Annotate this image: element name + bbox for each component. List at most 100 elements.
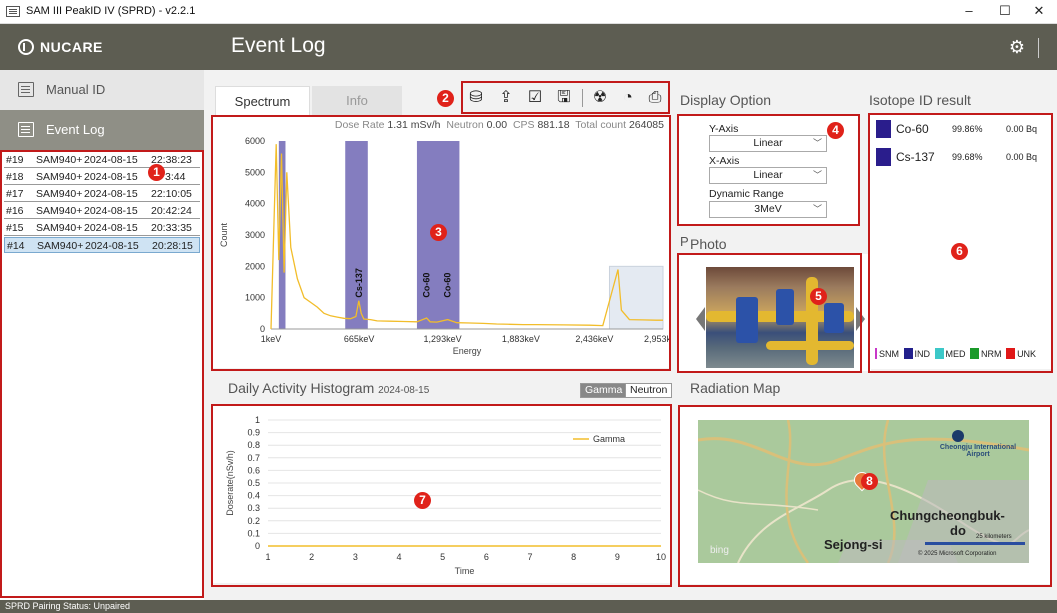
main-content: Spectrum Info ⛁ ⇪ ☑ 🖫 ☢ ◔ ⎙ Dose Rate 1.… (204, 70, 1057, 600)
tab-info[interactable]: Info (312, 86, 402, 115)
y-tick-label: 6000 (245, 136, 265, 146)
y-tick-label: 5000 (245, 167, 265, 177)
y-tick-label: 0.7 (247, 453, 260, 463)
page-header: Event Log ⚙ (204, 24, 1057, 70)
tab-spectrum[interactable]: Spectrum (215, 86, 310, 115)
edit-check-icon[interactable]: ☑ (525, 88, 545, 108)
event-id: #17 (6, 188, 24, 200)
event-photo[interactable] (706, 267, 854, 368)
y-axis-label: Y-Axis (709, 123, 739, 135)
event-id: #18 (6, 171, 24, 183)
callout-2: 2 (437, 90, 454, 107)
next-photo-icon[interactable] (856, 307, 865, 331)
legend-label: SNM (879, 349, 899, 359)
list-item[interactable]: #18 SAM940+ 2024-08-15 3:44 (4, 169, 200, 185)
photo-valve (736, 297, 758, 343)
histogram-date: 2024-08-15 (378, 385, 430, 396)
event-device: SAM940+ (36, 188, 83, 200)
event-time: 3:44 (165, 171, 186, 183)
history-icon[interactable]: ◔ (618, 88, 638, 108)
dynamic-range-value: 3MeV (754, 203, 782, 215)
window-titlebar: SAM III PeakID IV (SPRD) - v2.2.1 – ☐ ✕ (0, 0, 1057, 24)
photo-title-fragment: P (680, 234, 689, 249)
event-date: 2024-08-15 (84, 154, 138, 166)
list-item-selected[interactable]: #14 SAM940+ 2024-08-15 20:28:15 (4, 237, 200, 253)
upload-icon[interactable]: ⇪ (496, 88, 516, 108)
histogram-chart-panel: 0 0.1 0.2 0.3 0.4 0.5 0.6 0.7 0.8 0.9 1 1 2 3 4 5 6 7 8 9 10… (213, 406, 670, 583)
event-device: SAM940+ (36, 154, 83, 166)
peak-label: Cs-137 (354, 268, 364, 298)
calendar-icon (18, 122, 34, 137)
list-item[interactable]: #17 SAM940+ 2024-08-15 22:10:05 (4, 186, 200, 202)
histogram-title: Daily Activity Histogram (228, 380, 375, 396)
list-item[interactable]: #16 SAM940+ 2024-08-15 20:42:24 (4, 203, 200, 219)
event-device: SAM940+ (37, 240, 84, 252)
sidebar-item-event-log[interactable]: Event Log (0, 110, 204, 150)
y-axis-select[interactable]: Linear ﹀ (709, 135, 827, 152)
save-icon[interactable]: 🖫 (554, 88, 574, 108)
page-title: Event Log (231, 34, 326, 57)
neutron-toggle[interactable]: Neutron (625, 383, 673, 398)
close-button[interactable]: ✕ (1018, 0, 1057, 24)
database-icon[interactable]: ⛁ (466, 88, 486, 108)
x-tick-label: 5 (440, 552, 445, 562)
histogram-title-row: Daily Activity Histogram 2024-08-15 (228, 380, 429, 396)
y-axis-label: Doserate(nSv/h) (225, 450, 235, 516)
y-axis-value: Linear (753, 137, 783, 149)
spectrum-chart[interactable]: 0 1000 2000 3000 4000 5000 6000 1keV 665keV 1,293… (213, 115, 670, 368)
x-tick-label: 10 (656, 552, 666, 562)
list-item[interactable]: #19 SAM940+ 2024-08-15 22:38:23 (4, 152, 200, 168)
spectrum-toolbar: ⛁ ⇪ ☑ 🖫 ☢ ◔ ⎙ (462, 83, 669, 114)
y-tick-label: 2000 (245, 261, 265, 271)
x-tick-label: 8 (571, 552, 576, 562)
sidebar-item-label: Event Log (46, 122, 105, 137)
previous-photo-icon[interactable] (696, 307, 705, 331)
radiation-map[interactable]: Cheongju International Airport Chungcheo… (698, 420, 1029, 563)
x-tick-label: 1 (265, 552, 270, 562)
isotope-activity: 0.00 Bq (1006, 124, 1038, 134)
photo-valve (824, 303, 844, 333)
peak-band (345, 141, 368, 329)
photo-title: Photo (690, 236, 727, 252)
event-list[interactable]: #19 SAM940+ 2024-08-15 22:38:23 #18 SAM9… (0, 150, 204, 600)
isotope-row[interactable]: Cs-137 99.68% 0.00 Bq (876, 146, 1046, 168)
y-tick-label: 0.5 (247, 478, 260, 488)
nucare-logo-icon (18, 39, 34, 55)
print-icon[interactable]: ⎙ (645, 88, 665, 108)
isotope-name: Co-60 (896, 122, 929, 136)
radiation-icon[interactable]: ☢ (590, 88, 610, 108)
event-id: #19 (6, 154, 24, 166)
event-time: 20:42:24 (151, 205, 192, 217)
isotope-row[interactable]: Co-60 99.86% 0.00 Bq (876, 118, 1046, 140)
status-bar: SPRD Pairing Status: Unpaired (0, 600, 1057, 613)
app-icon (6, 6, 20, 17)
event-time: 22:10:05 (151, 188, 192, 200)
callout-6: 6 (951, 243, 968, 260)
y-tick-label: 0 (260, 324, 265, 334)
brand-logo-text: NUCARE (40, 39, 103, 55)
toolbar-divider (582, 89, 583, 107)
y-tick-label: 0.3 (247, 503, 260, 513)
dynamic-range-select[interactable]: 3MeV ﹀ (709, 201, 827, 218)
event-date: 2024-08-15 (84, 171, 138, 183)
gear-icon[interactable]: ⚙ (1007, 37, 1027, 57)
callout-8: 8 (861, 473, 878, 490)
peak-label: Co-60 (422, 273, 432, 298)
callout-1: 1 (148, 164, 165, 181)
legend-label-gamma: Gamma (593, 434, 625, 444)
airport-icon (952, 430, 964, 442)
histogram-chart[interactable]: 0 0.1 0.2 0.3 0.4 0.5 0.6 0.7 0.8 0.9 1 1 2 3 4 5 6 7 8 9 10… (213, 406, 670, 583)
callout-3: 3 (430, 224, 447, 241)
chevron-down-icon: ﹀ (812, 170, 822, 180)
x-tick-label: 6 (484, 552, 489, 562)
map-scale-bar (925, 542, 1025, 545)
gamma-toggle[interactable]: Gamma (580, 383, 628, 398)
peak-label: Co-60 (443, 273, 453, 298)
manual-id-icon (18, 82, 34, 97)
sidebar-item-manual-id[interactable]: Manual ID (0, 70, 204, 110)
y-tick-label: 0.2 (247, 516, 260, 526)
map-panel: Cheongju International Airport Chungcheo… (678, 406, 1052, 584)
legend-swatch-med (934, 348, 944, 359)
x-axis-select[interactable]: Linear ﹀ (709, 167, 827, 184)
list-item[interactable]: #15 SAM940+ 2024-08-15 20:33:35 (4, 220, 200, 236)
